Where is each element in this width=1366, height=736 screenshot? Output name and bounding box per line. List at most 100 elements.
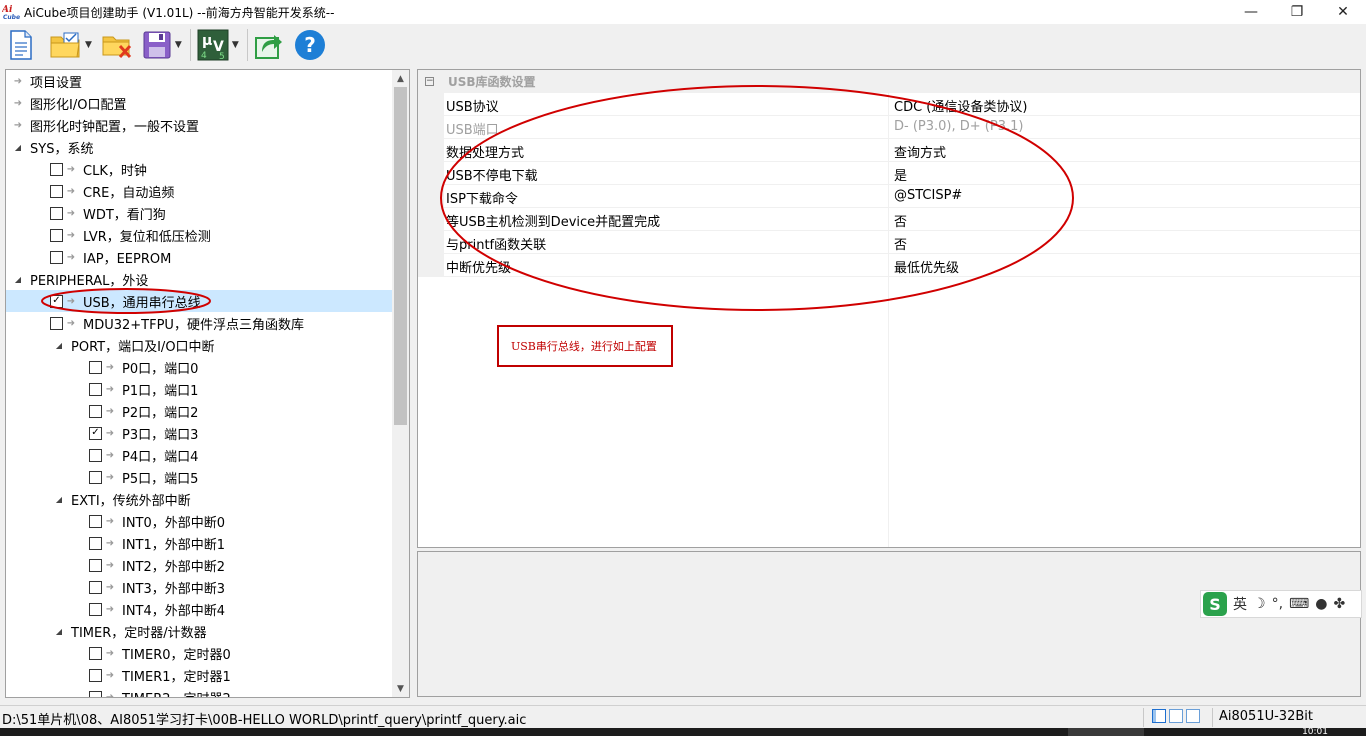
tree-item-checkbox[interactable]: [89, 514, 102, 528]
tree-item[interactable]: ➜ INT4，外部中断4: [6, 598, 392, 620]
expand-triangle-icon[interactable]: ◢: [53, 495, 65, 504]
tree-item-checkbox[interactable]: [89, 536, 102, 550]
tree-item-checkbox[interactable]: [50, 316, 63, 330]
scroll-thumb[interactable]: [394, 87, 407, 425]
open-project-button[interactable]: ▼: [50, 28, 92, 62]
layout-split-icon[interactable]: [1169, 709, 1183, 723]
property-row[interactable]: 中断优先级 最低优先级: [418, 254, 1360, 277]
tree-item-checkbox[interactable]: [89, 448, 102, 462]
tree-item[interactable]: ➜ WDT，看门狗: [6, 202, 392, 224]
tree-item-checkbox[interactable]: [89, 668, 102, 682]
tree-item-checkbox[interactable]: [89, 646, 102, 660]
maximize-button[interactable]: ❐: [1274, 0, 1320, 24]
property-value[interactable]: 是: [894, 165, 907, 184]
save-project-button[interactable]: ▼: [142, 28, 182, 62]
tree-item-checkbox[interactable]: [89, 404, 102, 418]
tree-item[interactable]: ◢ EXTI，传统外部中断: [6, 488, 392, 510]
tree-item-checkbox[interactable]: ✓: [89, 426, 102, 440]
tree-item-checkbox[interactable]: [89, 602, 102, 616]
moon-icon[interactable]: ☽: [1253, 596, 1266, 612]
property-value[interactable]: CDC (通信设备类协议): [894, 96, 1027, 115]
expand-triangle-icon[interactable]: ◢: [53, 627, 65, 636]
close-project-button[interactable]: [102, 28, 134, 62]
tree-item[interactable]: ◢ SYS，系统: [6, 136, 392, 158]
property-row[interactable]: USB不停电下载 是: [418, 162, 1360, 185]
expand-triangle-icon[interactable]: ◢: [12, 143, 24, 152]
scroll-up-icon[interactable]: ▲: [392, 70, 409, 87]
tree-item-checkbox[interactable]: [89, 690, 102, 697]
property-row[interactable]: 等USB主机检测到Device并配置完成 否: [418, 208, 1360, 231]
tree-scrollbar[interactable]: ▲ ▼: [392, 70, 409, 697]
sogou-ime-icon[interactable]: S: [1203, 592, 1227, 616]
user-icon[interactable]: ●: [1315, 596, 1327, 612]
keil-button[interactable]: μ V 4 5 ▼: [197, 28, 239, 62]
tree-item-checkbox[interactable]: [50, 206, 63, 220]
tree-item[interactable]: ➜ P5口，端口5: [6, 466, 392, 488]
tree-item[interactable]: ➜ 图形化I/O口配置: [6, 92, 392, 114]
tree-item-checkbox[interactable]: [50, 162, 63, 176]
property-row[interactable]: ISP下载命令 @STCISP#: [418, 185, 1360, 208]
tree-item-checkbox[interactable]: [50, 250, 63, 264]
tree-item[interactable]: ➜ TIMER2，定时器2: [6, 686, 392, 697]
tree-item[interactable]: ➜ 图形化时钟配置，一般不设置: [6, 114, 392, 136]
ime-toolbar[interactable]: S 英 ☽ °, ⌨ ● ✤: [1200, 590, 1362, 618]
layout-grid-icon[interactable]: [1186, 709, 1200, 723]
property-row[interactable]: 数据处理方式 查询方式: [418, 139, 1360, 162]
property-row[interactable]: 与printf函数关联 否: [418, 231, 1360, 254]
keyboard-icon[interactable]: ⌨: [1289, 596, 1309, 612]
property-grid[interactable]: − USB库函数设置 USB协议 CDC (通信设备类协议) USB端口 D- (P3…: [417, 69, 1361, 548]
property-row[interactable]: USB协议 CDC (通信设备类协议): [418, 93, 1360, 116]
tree-item[interactable]: ➜ INT2，外部中断2: [6, 554, 392, 576]
tree-item[interactable]: ◢ TIMER，定时器/计数器: [6, 620, 392, 642]
property-value[interactable]: 查询方式: [894, 142, 946, 161]
collapse-icon[interactable]: −: [425, 77, 434, 86]
export-button[interactable]: [254, 28, 284, 62]
save-dropdown-icon[interactable]: ▼: [175, 40, 182, 50]
property-value[interactable]: @STCISP#: [894, 188, 962, 203]
tree-item-checkbox[interactable]: ✓: [50, 294, 63, 308]
ime-mode-toggle[interactable]: 英: [1233, 594, 1247, 614]
tree-item[interactable]: ➜ MDU32+TFPU，硬件浮点三角函数库: [6, 312, 392, 334]
expand-triangle-icon[interactable]: ◢: [12, 275, 24, 284]
tree-item[interactable]: ➜ P1口，端口1: [6, 378, 392, 400]
tree-item[interactable]: ➜ P4口，端口4: [6, 444, 392, 466]
tree-item-checkbox[interactable]: [89, 360, 102, 374]
minimize-button[interactable]: —: [1228, 0, 1274, 24]
tree-item[interactable]: ✓ ➜ P3口，端口3: [6, 422, 392, 444]
tree-item[interactable]: ➜ TIMER1，定时器1: [6, 664, 392, 686]
layout-single-icon[interactable]: [1152, 709, 1166, 723]
tree-item[interactable]: ➜ P0口，端口0: [6, 356, 392, 378]
tree-item[interactable]: ➜ IAP，EEPROM: [6, 246, 392, 268]
open-dropdown-icon[interactable]: ▼: [85, 40, 92, 50]
tree-item[interactable]: ◢ PORT，端口及I/O口中断: [6, 334, 392, 356]
tree-item[interactable]: ✓ ➜ USB，通用串行总线: [6, 290, 392, 312]
tree-item[interactable]: ◢ PERIPHERAL，外设: [6, 268, 392, 290]
tree-item[interactable]: ➜ INT0，外部中断0: [6, 510, 392, 532]
peripheral-tree[interactable]: ➜ 项目设置 ➜ 图形化I/O口配置 ➜ 图形化时钟配置，一般不设置 ◢ SYS，系统 ➜ CLK…: [5, 69, 410, 698]
tree-item-checkbox[interactable]: [89, 382, 102, 396]
property-row[interactable]: USB端口 D- (P3.0), D+ (P3.1): [418, 116, 1360, 139]
property-value[interactable]: 否: [894, 234, 907, 253]
tree-item-checkbox[interactable]: [89, 558, 102, 572]
punctuation-icon[interactable]: °,: [1272, 596, 1283, 612]
tree-item[interactable]: ➜ 项目设置: [6, 70, 392, 92]
keil-dropdown-icon[interactable]: ▼: [232, 40, 239, 50]
tree-item-checkbox[interactable]: [50, 184, 63, 198]
toolbox-icon[interactable]: ✤: [1333, 596, 1345, 612]
tree-item[interactable]: ➜ INT3，外部中断3: [6, 576, 392, 598]
property-category[interactable]: − USB库函数设置: [418, 70, 1360, 93]
tree-item[interactable]: ➜ P2口，端口2: [6, 400, 392, 422]
tree-item[interactable]: ➜ INT1，外部中断1: [6, 532, 392, 554]
tree-item-checkbox[interactable]: [50, 228, 63, 242]
help-button[interactable]: ?: [294, 28, 326, 62]
expand-triangle-icon[interactable]: ◢: [53, 341, 65, 350]
taskbar-active-item[interactable]: [1068, 728, 1144, 736]
tree-item[interactable]: ➜ CRE，自动追频: [6, 180, 392, 202]
column-divider[interactable]: [888, 93, 889, 547]
property-value[interactable]: 否: [894, 211, 907, 230]
tree-item[interactable]: ➜ TIMER0，定时器0: [6, 642, 392, 664]
scroll-down-icon[interactable]: ▼: [392, 680, 409, 697]
close-button[interactable]: ✕: [1320, 0, 1366, 24]
property-value[interactable]: D- (P3.0), D+ (P3.1): [894, 119, 1023, 134]
tree-item-checkbox[interactable]: [89, 470, 102, 484]
